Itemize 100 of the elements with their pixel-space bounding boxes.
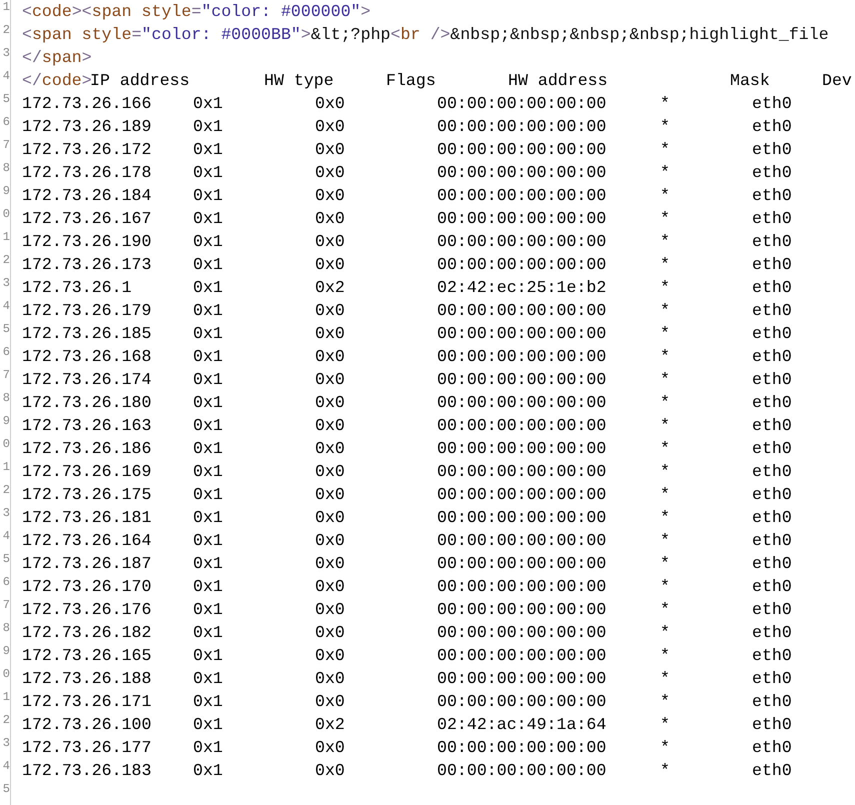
table-cell: 00:00:00:00:00:00 <box>437 186 606 205</box>
table-cell: * <box>660 370 670 389</box>
table-cell: 0x1 <box>193 600 223 619</box>
table-cell: * <box>660 692 670 711</box>
table-cell: 0x0 <box>315 462 345 481</box>
table-cell: 172.73.26.1 <box>22 278 132 297</box>
table-cell: eth0 <box>752 646 792 665</box>
table-cell: * <box>660 140 670 159</box>
table-cell: 0x0 <box>315 163 345 182</box>
table-cell: * <box>660 554 670 573</box>
table-cell: eth0 <box>752 439 792 458</box>
table-cell: 0x0 <box>315 209 345 228</box>
table-cell: 00:00:00:00:00:00 <box>437 600 606 619</box>
source-token: "color: #0000BB" <box>142 24 301 46</box>
table-cell: * <box>660 485 670 504</box>
table-cell: 00:00:00:00:00:00 <box>437 393 606 412</box>
table-cell: * <box>660 577 670 596</box>
table-cell: 00:00:00:00:00:00 <box>437 623 606 642</box>
table-cell: 0x0 <box>315 761 345 780</box>
line-number: 6 <box>2 575 10 591</box>
column-header: Flags <box>386 71 436 90</box>
table-cell: 172.73.26.100 <box>22 715 152 734</box>
source-token: > <box>72 1 82 23</box>
table-cell: 00:00:00:00:00:00 <box>437 531 606 550</box>
table-cell: * <box>660 301 670 320</box>
table-cell: 0x1 <box>193 669 223 688</box>
table-cell: * <box>660 324 670 343</box>
table-cell: eth0 <box>752 761 792 780</box>
table-cell: 0x1 <box>193 738 223 757</box>
line-number: 6 <box>2 345 10 361</box>
line-number: 8 <box>2 391 10 407</box>
table-cell: 172.73.26.168 <box>22 347 152 366</box>
table-cell: * <box>660 209 670 228</box>
table-cell: 00:00:00:00:00:00 <box>437 255 606 274</box>
table-cell: * <box>660 393 670 412</box>
table-cell: 00:00:00:00:00:00 <box>437 508 606 527</box>
table-cell: 0x1 <box>193 370 223 389</box>
source-token: > <box>82 47 92 69</box>
table-cell: eth0 <box>752 738 792 757</box>
table-cell: 0x1 <box>193 577 223 596</box>
table-cell: 0x1 <box>193 393 223 412</box>
table-cell: 172.73.26.178 <box>22 163 152 182</box>
line-number: 3 <box>2 736 10 752</box>
source-token: /> <box>430 24 450 46</box>
table-cell: 0x1 <box>193 186 223 205</box>
line-number: 2 <box>2 713 10 729</box>
table-cell: 0x0 <box>315 370 345 389</box>
table-cell: 0x1 <box>193 462 223 481</box>
line-number: 8 <box>2 621 10 637</box>
table-cell: eth0 <box>752 186 792 205</box>
table-cell: 00:00:00:00:00:00 <box>437 646 606 665</box>
table-cell: 0x0 <box>315 738 345 757</box>
line-number: 9 <box>2 184 10 200</box>
line-number: 9 <box>2 644 10 660</box>
table-cell: * <box>660 117 670 136</box>
table-cell: 0x1 <box>193 117 223 136</box>
table-cell: * <box>660 439 670 458</box>
column-header: Mask <box>730 71 770 90</box>
source-token: &nbsp;&nbsp;&nbsp;&nbsp;highlight_file <box>450 24 829 46</box>
table-cell: 00:00:00:00:00:00 <box>437 232 606 251</box>
line-number: 4 <box>2 69 10 85</box>
table-cell: 00:00:00:00:00:00 <box>437 485 606 504</box>
table-cell: 0x1 <box>193 531 223 550</box>
table-cell: 0x1 <box>193 623 223 642</box>
source-token: < <box>22 24 32 46</box>
table-cell: eth0 <box>752 692 792 711</box>
table-cell: 0x2 <box>315 715 345 734</box>
table-cell: 0x1 <box>193 255 223 274</box>
table-cell: 0x0 <box>315 140 345 159</box>
table-cell: 172.73.26.171 <box>22 692 152 711</box>
line-number: 3 <box>2 506 10 522</box>
table-cell: eth0 <box>752 393 792 412</box>
table-cell: 172.73.26.182 <box>22 623 152 642</box>
source-token: span <box>42 47 82 69</box>
table-cell: 172.73.26.165 <box>22 646 152 665</box>
line-number: 2 <box>2 23 10 39</box>
source-token: > <box>300 24 311 46</box>
line-number: 5 <box>2 552 10 568</box>
column-header: IP address <box>90 71 190 90</box>
table-cell: 172.73.26.173 <box>22 255 152 274</box>
table-cell: 0x0 <box>315 324 345 343</box>
table-cell: 0x0 <box>315 600 345 619</box>
table-cell: 172.73.26.185 <box>22 324 152 343</box>
table-cell: 00:00:00:00:00:00 <box>437 761 606 780</box>
table-cell: 0x0 <box>315 117 345 136</box>
table-cell: eth0 <box>752 669 792 688</box>
table-cell: 0x1 <box>193 692 223 711</box>
line-number: 1 <box>2 690 10 706</box>
table-cell: * <box>660 163 670 182</box>
table-cell: eth0 <box>752 324 792 343</box>
line-number: 1 <box>2 230 10 246</box>
table-cell: 0x1 <box>193 554 223 573</box>
table-cell: 172.73.26.180 <box>22 393 152 412</box>
table-cell: 0x1 <box>193 163 223 182</box>
table-cell: 0x1 <box>193 416 223 435</box>
line-number: 0 <box>2 667 10 683</box>
table-cell: * <box>660 462 670 481</box>
table-cell: 172.73.26.169 <box>22 462 152 481</box>
table-cell: 172.73.26.181 <box>22 508 152 527</box>
table-cell: * <box>660 255 670 274</box>
